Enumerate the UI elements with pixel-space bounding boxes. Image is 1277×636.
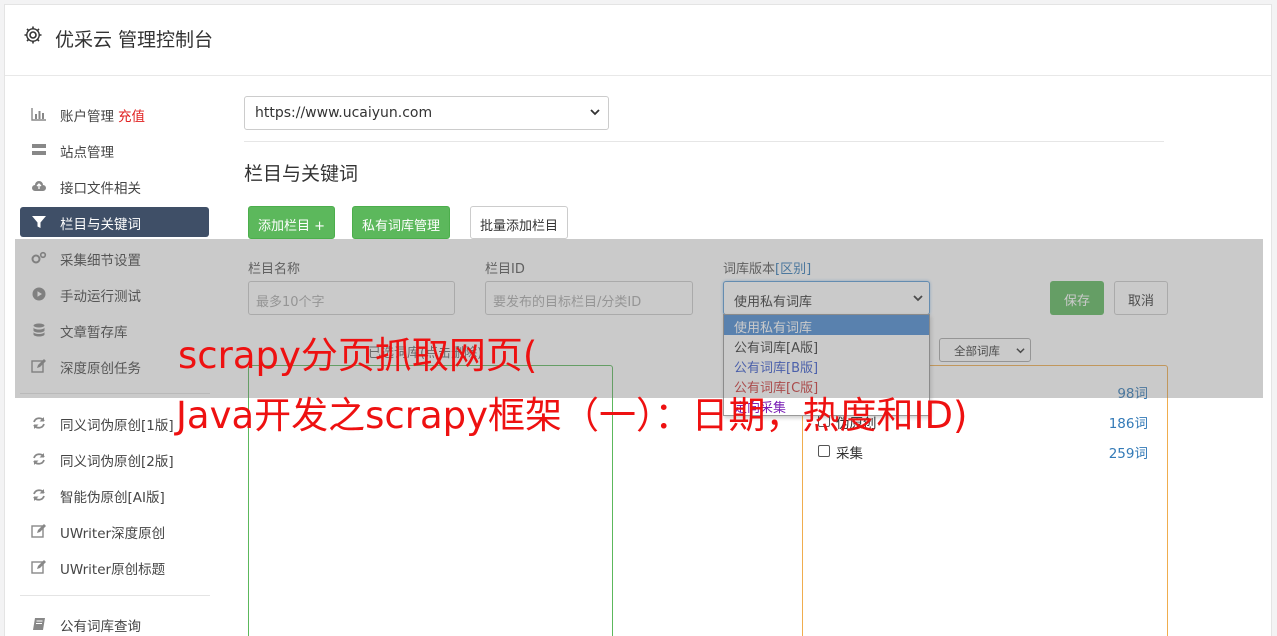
sidebar-item-label: 同义词伪原创[2版] bbox=[60, 454, 174, 470]
add-column-button[interactable]: 添加栏目 + bbox=[248, 206, 336, 239]
sidebar-item-columns[interactable]: 栏目与关键词 bbox=[20, 207, 209, 237]
lib-name: 采集 bbox=[836, 446, 863, 462]
sidebar-item-label: 公有词库查询 bbox=[60, 619, 141, 635]
book-icon bbox=[33, 618, 45, 630]
sidebar-item-label: 接口文件相关 bbox=[60, 181, 141, 197]
refresh-icon bbox=[33, 417, 45, 429]
sidebar-item-uwriter-deep[interactable]: UWriter深度原创 bbox=[20, 516, 209, 546]
sidebar-item-ai-rewrite[interactable]: 智能伪原创[AI版] bbox=[20, 480, 209, 510]
sidebar-item-label: 站点管理 bbox=[60, 145, 114, 161]
section-title: 栏目与关键词 bbox=[244, 163, 359, 185]
lib-count: 186词 bbox=[1108, 416, 1148, 432]
divider bbox=[244, 141, 1164, 142]
edit-icon bbox=[31, 560, 46, 574]
watermark-line-1: scrapy分页抓取网页( bbox=[178, 334, 538, 377]
sidebar-item-sites[interactable]: 站点管理 bbox=[20, 135, 209, 165]
lib-row[interactable]: 采集 259词 bbox=[818, 442, 1148, 462]
sidebar-item-label: UWriter原创标题 bbox=[60, 562, 166, 578]
private-lib-button[interactable]: 私有词库管理 bbox=[352, 206, 451, 239]
filter-icon bbox=[32, 216, 46, 228]
cloud-upload-icon bbox=[32, 181, 46, 191]
sidebar-item-account[interactable]: 账户管理 充值 bbox=[20, 99, 209, 129]
lib-checkbox[interactable] bbox=[818, 445, 830, 457]
sidebar-divider bbox=[20, 595, 210, 596]
edit-icon bbox=[31, 524, 46, 538]
refresh-icon bbox=[33, 453, 45, 465]
sidebar-item-label: 同义词伪原创[1版] bbox=[60, 418, 174, 434]
lib-count: 259词 bbox=[1108, 446, 1148, 462]
sidebar-item-label: UWriter深度原创 bbox=[60, 526, 166, 542]
sidebar-item-label: 账户管理 bbox=[60, 109, 114, 125]
refresh-icon bbox=[33, 489, 45, 501]
page-title: 优采云 管理控制台 bbox=[55, 29, 214, 51]
sidebar-item-interface[interactable]: 接口文件相关 bbox=[20, 171, 209, 201]
site-select-value: https://www.ucaiyun.com bbox=[255, 105, 433, 121]
sidebar-item-public-lib[interactable]: 公有词库查询 bbox=[20, 609, 209, 636]
top-bar: 优采云 管理控制台 bbox=[5, 5, 1271, 76]
watermark-line-2: Java开发之scrapy框架（一）：日期，热度和ID) bbox=[176, 394, 968, 437]
sidebar-item-label: 栏目与关键词 bbox=[60, 217, 141, 233]
gear-icon bbox=[24, 26, 42, 44]
bar-chart-icon bbox=[31, 108, 46, 121]
sidebar-item-synonym-v2[interactable]: 同义词伪原创[2版] bbox=[20, 444, 209, 474]
recharge-link[interactable]: 充值 bbox=[118, 109, 145, 125]
server-icon bbox=[32, 144, 46, 155]
site-select[interactable]: https://www.ucaiyun.com bbox=[244, 96, 609, 130]
batch-add-button[interactable]: 批量添加栏目 bbox=[470, 206, 569, 239]
chevron-down-icon bbox=[590, 109, 600, 116]
sidebar-item-uwriter-title[interactable]: UWriter原创标题 bbox=[20, 552, 209, 582]
sidebar-item-label: 智能伪原创[AI版] bbox=[60, 490, 165, 506]
